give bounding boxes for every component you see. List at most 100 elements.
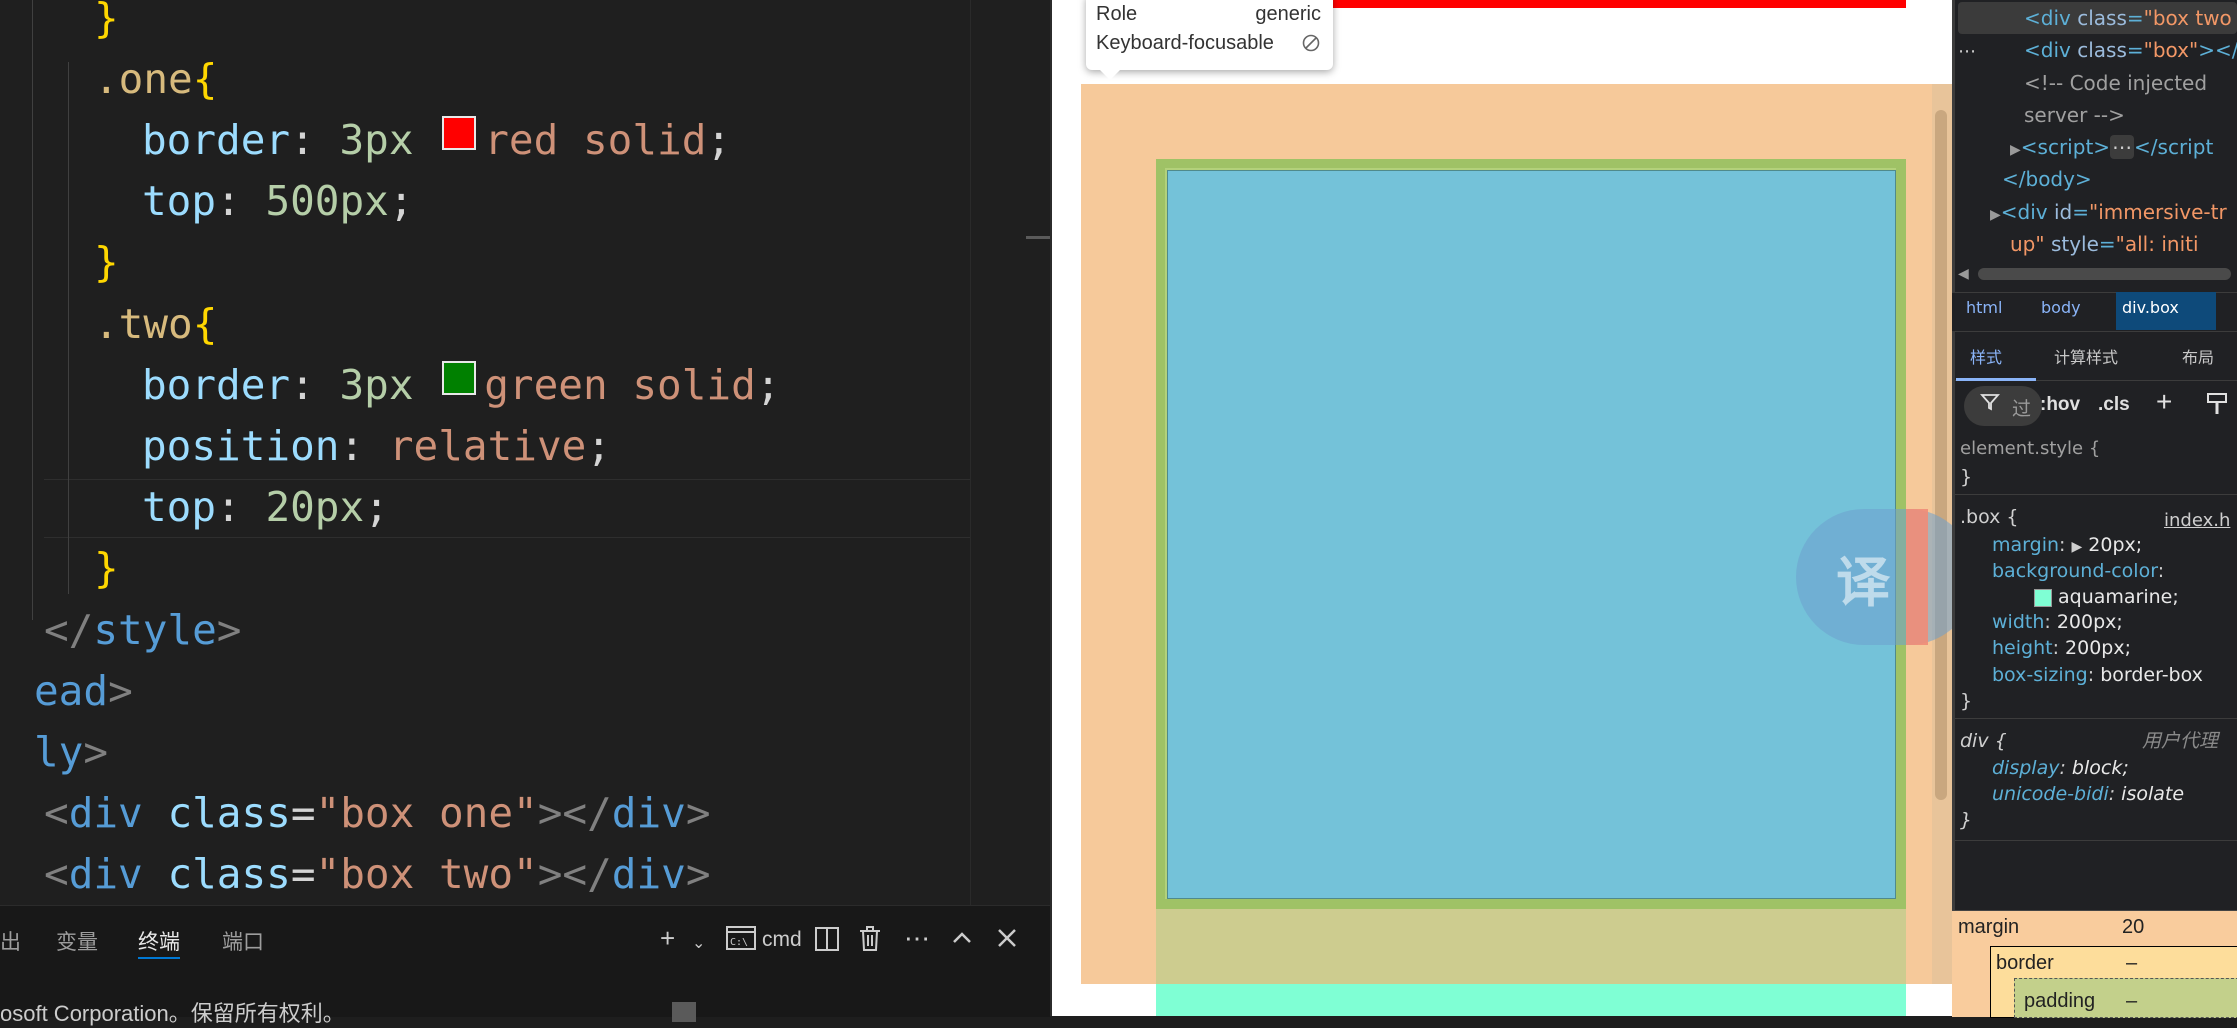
more-actions-icon[interactable]: ⋯ (904, 924, 930, 952)
code-line: </style> (44, 606, 242, 654)
dom-horizontal-scrollbar[interactable] (1978, 268, 2231, 280)
dom-comment[interactable]: <!-- Code injected (2024, 67, 2207, 99)
box-rule-source-link[interactable]: index.h (2164, 508, 2230, 534)
page-scroll-thumb[interactable] (1935, 110, 1947, 800)
terminal-shell-icon[interactable]: C:\ (726, 926, 756, 955)
color-swatch-red[interactable] (442, 116, 477, 150)
css-declaration-bidi: unicode-bidi: isolate (1992, 783, 2185, 805)
breadcrumb-div-box[interactable]: div.box (2122, 298, 2179, 317)
tab-ports[interactable]: 端口 (222, 926, 264, 956)
code-line: <div class="box one"></div> (44, 789, 711, 837)
code-line: position: relative; (142, 422, 612, 470)
code-editor[interactable]: } .one{ border: 3px red solid; top: 500p… (0, 0, 1050, 905)
indent-guide (68, 62, 69, 594)
dom-node-script[interactable]: ▶<script> ⋯ </script (2010, 131, 2213, 163)
editor-minimap[interactable] (970, 0, 1051, 905)
code-line: } (94, 238, 119, 286)
box-model-padding-value[interactable]: – (2126, 990, 2137, 1013)
bottom-panel: 出 变量 终端 端口 + ⌄ C:\ cmd ⋯ osoft Corporati… (0, 905, 1050, 1026)
rule-close: } (1960, 690, 1973, 712)
dom-node-box-two[interactable]: <div class="box two (2024, 2, 2232, 34)
breadcrumb-html[interactable]: html (1966, 298, 2002, 317)
css-declaration-bg[interactable]: background-color: (1992, 558, 2164, 584)
css-value-bg[interactable]: aquamarine; (2034, 584, 2179, 610)
dom-ellipsis-icon[interactable]: ⋯ (1958, 36, 1976, 68)
indent-guide (32, 0, 33, 620)
code-line: .two{ (94, 300, 218, 348)
breadcrumb-body[interactable]: body (2041, 298, 2081, 317)
css-declaration-height[interactable]: height: 200px; (1992, 635, 2131, 661)
collapsed-content-icon[interactable]: ⋯ (2110, 135, 2135, 159)
tooltip-role-label: Role (1096, 3, 1138, 25)
code-line: border: 3px green solid; (142, 361, 781, 409)
inspect-tooltip: Role generic Keyboard-focusable (1086, 0, 1333, 70)
code-line: <div class="box two"></div> (44, 850, 711, 898)
devtools-divider[interactable] (1952, 0, 1955, 1016)
box-model-margin-label: margin (1958, 916, 2020, 938)
dom-node-immersive[interactable]: ▶<div id="immersive-tr (1990, 196, 2227, 228)
tab-output[interactable]: 出 (0, 926, 21, 956)
code-line: ly> (34, 728, 109, 776)
terminal-output-line: osoft Corporation。保留所有权利。 (0, 1001, 345, 1026)
shell-name[interactable]: cmd (762, 926, 802, 954)
caret-right-icon[interactable]: ▶ (2010, 142, 2021, 158)
code-line: } (94, 0, 119, 42)
color-swatch-aquamarine[interactable] (2034, 588, 2052, 607)
css-declaration-width[interactable]: width: 200px; (1992, 609, 2123, 635)
box-two-content-highlight[interactable] (1167, 170, 1896, 899)
box-model-border-value[interactable]: – (2126, 952, 2137, 975)
box-one[interactable] (1333, 0, 1906, 8)
tab-terminal[interactable]: 终端 (138, 926, 180, 956)
box-model-padding-label: padding (2024, 990, 2096, 1012)
new-style-rule-icon[interactable]: + (2156, 386, 2172, 418)
tooltip-focus-label: Keyboard-focusable (1096, 32, 1274, 54)
maximize-panel-icon[interactable] (950, 926, 974, 955)
div-rule-selector[interactable]: div { (1960, 728, 2007, 754)
tooltip-role-value: generic (1255, 3, 1321, 25)
code-line: top: 500px; (142, 177, 414, 225)
side-tab[interactable] (1906, 509, 1928, 645)
css-declaration-margin[interactable]: margin: ▶ 20px; (1992, 532, 2142, 558)
expand-icon[interactable]: ▶ (2071, 539, 2082, 555)
user-agent-label: 用户代理 (2142, 730, 2219, 752)
css-declaration-box-sizing[interactable]: box-sizing: border-box (1992, 662, 2203, 688)
paint-brush-icon[interactable] (2206, 392, 2228, 422)
tab-styles[interactable]: 样式 (1970, 344, 2002, 368)
code-line: ead> (34, 667, 133, 715)
editor-scroll-marker (1026, 236, 1050, 239)
code-line: } (94, 544, 119, 592)
rule-close: } (1960, 809, 1973, 831)
active-tab-indicator (138, 957, 180, 959)
filter-placeholder: 过 (2012, 399, 2032, 420)
color-swatch-green[interactable] (442, 361, 477, 395)
chevron-down-icon[interactable]: ⌄ (692, 930, 705, 958)
close-panel-icon[interactable] (996, 926, 1018, 954)
box-rule-selector[interactable]: .box { (1960, 504, 2019, 530)
tab-computed[interactable]: 计算样式 (2054, 344, 2118, 368)
code-line: .one{ (94, 55, 218, 103)
not-allowed-icon (1301, 33, 1321, 61)
box-model-margin-value[interactable]: 20 (2122, 916, 2144, 939)
trash-icon[interactable] (858, 926, 882, 957)
tab-variables[interactable]: 变量 (56, 926, 98, 956)
split-terminal-icon[interactable] (814, 926, 840, 957)
cls-toggle[interactable]: .cls (2098, 394, 2130, 416)
dom-node-immersive-cont[interactable]: up" style="all: initi (2010, 228, 2199, 260)
element-style-rule[interactable]: element.style { (1960, 436, 2100, 462)
dom-node-body-close[interactable]: </body> (2002, 163, 2092, 195)
rule-close: } (1960, 466, 1973, 488)
dom-comment[interactable]: server --> (2024, 99, 2125, 131)
tab-layout[interactable]: 布局 (2182, 344, 2214, 368)
caret-right-icon[interactable]: ▶ (1990, 207, 2001, 223)
tooltip-focus-row: Keyboard-focusable (1096, 29, 1321, 57)
code-line: top: 20px; (142, 483, 389, 531)
dom-node-box[interactable]: <div class="box"></ (2024, 34, 2237, 66)
active-subtab-indicator (1956, 378, 2036, 381)
rule-divider (1952, 494, 2237, 496)
box-two-aquamarine (1156, 984, 1906, 1016)
hov-toggle[interactable]: :hov (2040, 394, 2080, 416)
translate-icon: 译 (1836, 551, 1890, 614)
css-declaration-display: display: block; (1992, 757, 2129, 779)
new-terminal-icon[interactable]: + (660, 924, 675, 952)
scroll-left-icon[interactable]: ◀ (1958, 266, 1969, 282)
